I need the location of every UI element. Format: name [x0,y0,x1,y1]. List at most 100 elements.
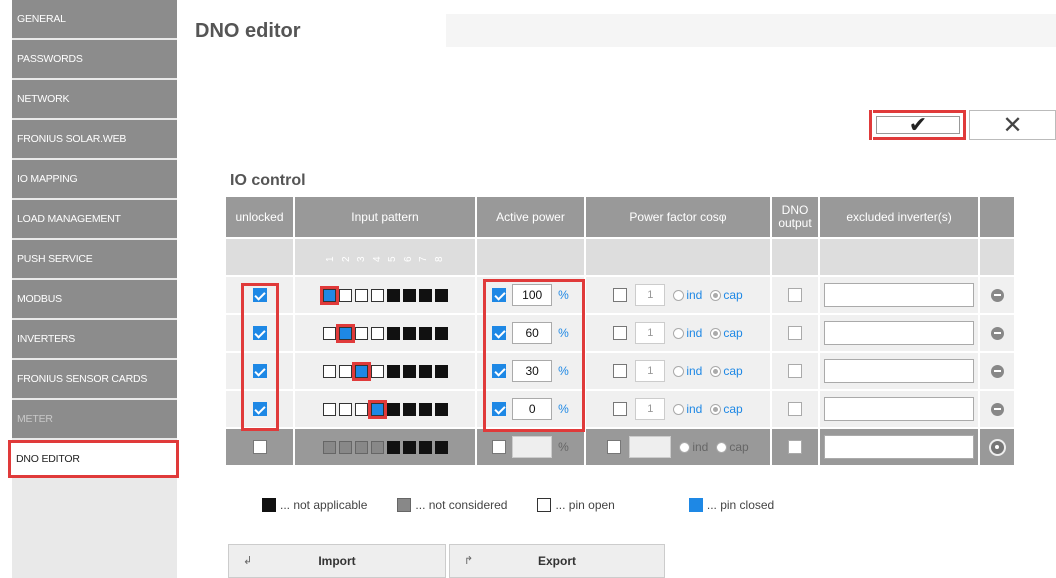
excluded-inverters-input[interactable] [824,359,974,383]
active-power-checkbox[interactable] [492,440,507,454]
pin-2-toggle[interactable] [338,364,352,378]
unlocked-checkbox[interactable] [252,440,267,454]
new-rule-row: % ind cap [226,429,1014,465]
ind-radio[interactable] [679,441,691,453]
unlocked-checkbox[interactable] [252,326,267,340]
pin-1-toggle[interactable] [322,402,336,416]
cell-dno-output [772,277,818,313]
cap-radio[interactable] [710,403,722,415]
active-power-input[interactable]: 100 [512,284,553,306]
power-factor-input[interactable]: 1 [635,322,666,344]
swatch-pin-closed [688,498,703,512]
pin-5-toggle [386,402,400,416]
pin-4-toggle[interactable] [370,288,384,302]
swatch-not-applicable [262,498,276,512]
active-power-checkbox[interactable] [492,326,507,340]
power-factor-checkbox[interactable] [613,326,628,340]
add-row-icon[interactable] [988,438,1006,456]
pin-2-toggle[interactable] [335,323,355,343]
remove-row-icon[interactable] [990,364,1004,378]
cap-radio[interactable] [710,365,722,377]
confirm-button[interactable]: ✔ [869,110,966,140]
pin-1-toggle[interactable] [322,364,336,378]
sidebar-item-push-service[interactable]: PUSH SERVICE [12,240,177,278]
sidebar-item-fronius-sensor-cards[interactable]: FRONIUS SENSOR CARDS [12,360,177,398]
sidebar-item-io-mapping[interactable]: IO MAPPING [12,160,177,198]
sidebar-item-modbus[interactable]: MODBUS [12,280,177,318]
sidebar-item-passwords[interactable]: PASSWORDS [12,40,177,78]
power-factor-checkbox[interactable] [607,440,622,454]
power-factor-input[interactable]: 1 [635,398,666,420]
pin-3-toggle[interactable] [351,361,371,381]
sidebar-item-fronius-solar-web[interactable]: FRONIUS SOLAR.WEB [12,120,177,158]
power-factor-input[interactable]: 1 [635,284,666,306]
pin-2-toggle[interactable] [338,440,352,454]
dno-output-checkbox[interactable] [788,326,802,340]
unlocked-checkbox[interactable] [252,402,267,416]
excluded-inverters-input[interactable] [824,435,974,459]
header-excluded-inverters: excluded inverter(s) [820,197,978,237]
pin-2-toggle[interactable] [338,402,352,416]
pin-3-toggle[interactable] [354,326,368,340]
cap-radio[interactable] [710,327,722,339]
ind-radio[interactable] [673,365,685,377]
power-factor-input[interactable] [629,436,672,458]
pin-1-toggle[interactable] [322,440,336,454]
cap-radio[interactable] [716,441,728,453]
sidebar-item-dno-editor[interactable]: DNO EDITOR [8,440,179,478]
dno-output-checkbox[interactable] [788,402,802,416]
remove-row-icon[interactable] [990,326,1004,340]
pin-4-toggle[interactable] [367,399,387,419]
dno-output-checkbox[interactable] [788,440,802,454]
power-factor-checkbox[interactable] [613,402,628,416]
pin-1-toggle[interactable] [319,285,339,305]
power-factor-input[interactable]: 1 [635,360,666,382]
ind-radio[interactable] [673,289,685,301]
dno-output-checkbox[interactable] [788,288,802,302]
sidebar-item-load-management[interactable]: LOAD MANAGEMENT [12,200,177,238]
pin-4-toggle[interactable] [370,364,384,378]
cap-radio[interactable] [710,289,722,301]
pin-1-toggle[interactable] [322,326,336,340]
pin-5-toggle [386,364,400,378]
dno-output-checkbox[interactable] [788,364,802,378]
active-power-input[interactable]: 60 [512,322,553,344]
active-power-input[interactable]: 30 [512,360,553,382]
remove-row-icon[interactable] [990,288,1004,302]
export-button[interactable]: ↱ Export [449,544,665,578]
pin-7-toggle [418,288,432,302]
import-button[interactable]: ↲ Import [228,544,446,578]
pin-2-toggle[interactable] [338,288,352,302]
pin-4-toggle[interactable] [370,326,384,340]
active-power-checkbox[interactable] [492,402,507,416]
pin-3-toggle[interactable] [354,288,368,302]
unlocked-checkbox[interactable] [252,364,267,378]
ind-radio[interactable] [673,403,685,415]
excluded-inverters-input[interactable] [824,397,974,421]
active-power-checkbox[interactable] [492,288,507,302]
cell-action [980,353,1014,389]
power-factor-checkbox[interactable] [613,364,628,378]
active-power-input[interactable] [512,436,553,458]
pin-3-toggle[interactable] [354,402,368,416]
ind-radio[interactable] [673,327,685,339]
legend-label: ... pin open [555,498,615,512]
power-factor-checkbox[interactable] [613,288,628,302]
excluded-inverters-input[interactable] [824,283,974,307]
ind-label: ind [686,288,703,302]
pin-3-toggle[interactable] [354,440,368,454]
excluded-inverters-input[interactable] [824,321,974,345]
pin-8-toggle [434,364,448,378]
remove-row-icon[interactable] [990,402,1004,416]
sidebar-item-general[interactable]: GENERAL [12,0,177,38]
active-power-checkbox[interactable] [492,364,507,378]
sidebar-item-network[interactable]: NETWORK [12,80,177,118]
cell-content: 1 ind cap [586,353,770,389]
pin-4-toggle[interactable] [370,440,384,454]
cancel-button[interactable]: ✕ [969,110,1056,140]
sidebar-item-inverters[interactable]: INVERTERS [12,320,177,358]
sidebar-item-meter[interactable]: METER [12,400,177,438]
active-power-input[interactable]: 0 [512,398,553,420]
unlocked-checkbox[interactable] [252,288,267,302]
cell-content [980,315,1014,351]
